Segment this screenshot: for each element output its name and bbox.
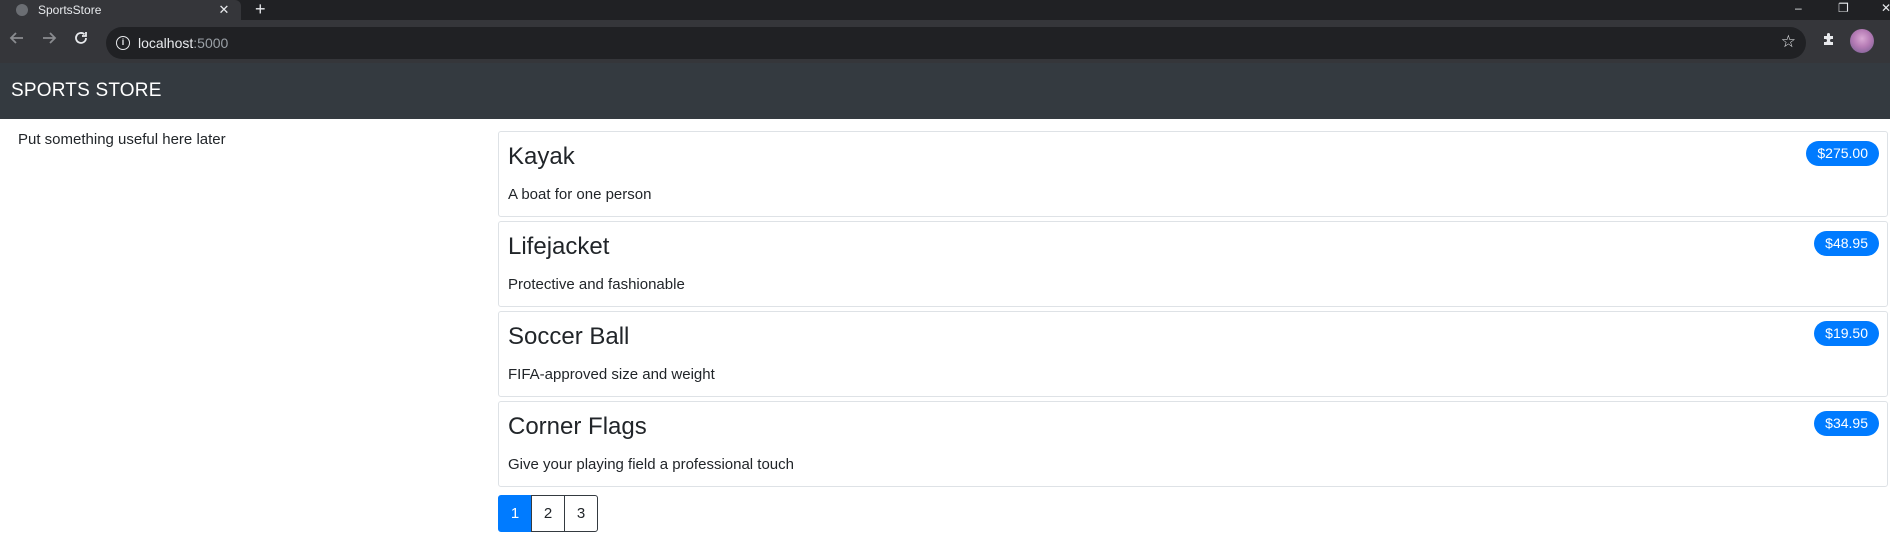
page-button-3[interactable]: 3 xyxy=(564,495,598,532)
page-button-2[interactable]: 2 xyxy=(531,495,565,532)
reload-icon xyxy=(75,32,87,44)
new-tab-button[interactable]: + xyxy=(255,0,266,20)
globe-icon xyxy=(16,4,28,16)
brand-title[interactable]: SPORTS STORE xyxy=(11,80,162,102)
product-card: Lifejacket $48.95 Protective and fashion… xyxy=(498,221,1888,307)
product-description: FIFA-approved size and weight xyxy=(508,366,715,383)
product-name: Corner Flags xyxy=(508,413,647,440)
browser-tab-strip: SportsStore ✕ + – ❐ ✕ xyxy=(0,0,1890,20)
pagination: 1 2 3 xyxy=(498,495,598,532)
site-navbar: SPORTS STORE xyxy=(0,63,1890,119)
tab-title: SportsStore xyxy=(38,3,102,17)
url-text[interactable]: localhost:5000 xyxy=(138,35,228,51)
browser-toolbar: i localhost:5000 ☆ xyxy=(0,20,1890,63)
back-arrow-icon xyxy=(9,32,23,44)
puzzle-icon xyxy=(1824,33,1833,45)
price-badge: $48.95 xyxy=(1814,231,1879,256)
sidebar-placeholder-text: Put something useful here later xyxy=(18,131,226,148)
page-button-1[interactable]: 1 xyxy=(498,495,532,532)
product-name: Lifejacket xyxy=(508,233,610,260)
product-name: Soccer Ball xyxy=(508,323,630,350)
profile-avatar[interactable] xyxy=(1850,29,1874,53)
price-badge: $275.00 xyxy=(1806,141,1879,166)
product-card: Soccer Ball $19.50 FIFA-approved size an… xyxy=(498,311,1888,397)
price-badge: $19.50 xyxy=(1814,321,1879,346)
address-bar[interactable]: i localhost:5000 ☆ xyxy=(106,27,1806,59)
restore-button[interactable]: ❐ xyxy=(1838,0,1849,20)
price-badge: $34.95 xyxy=(1814,411,1879,436)
product-description: Protective and fashionable xyxy=(508,276,685,293)
forward-arrow-icon xyxy=(43,32,57,44)
back-button[interactable] xyxy=(6,30,28,52)
forward-button[interactable] xyxy=(38,30,60,52)
extensions-button[interactable] xyxy=(1819,30,1841,52)
product-card: Corner Flags $34.95 Give your playing fi… xyxy=(498,401,1888,487)
product-description: Give your playing field a professional t… xyxy=(508,456,794,473)
close-window-button[interactable]: ✕ xyxy=(1881,0,1890,20)
url-host: localhost xyxy=(138,35,194,51)
tab-close-icon[interactable]: ✕ xyxy=(217,2,231,18)
reload-button[interactable] xyxy=(70,30,92,52)
product-card: Kayak $275.00 A boat for one person xyxy=(498,131,1888,217)
minimize-button[interactable]: – xyxy=(1795,0,1802,20)
url-port: :5000 xyxy=(193,35,229,51)
product-name: Kayak xyxy=(508,143,575,170)
product-description: A boat for one person xyxy=(508,186,652,203)
info-icon[interactable]: i xyxy=(116,36,130,50)
browser-tab[interactable]: SportsStore ✕ xyxy=(0,0,241,20)
bookmark-star-icon[interactable]: ☆ xyxy=(1781,32,1796,52)
